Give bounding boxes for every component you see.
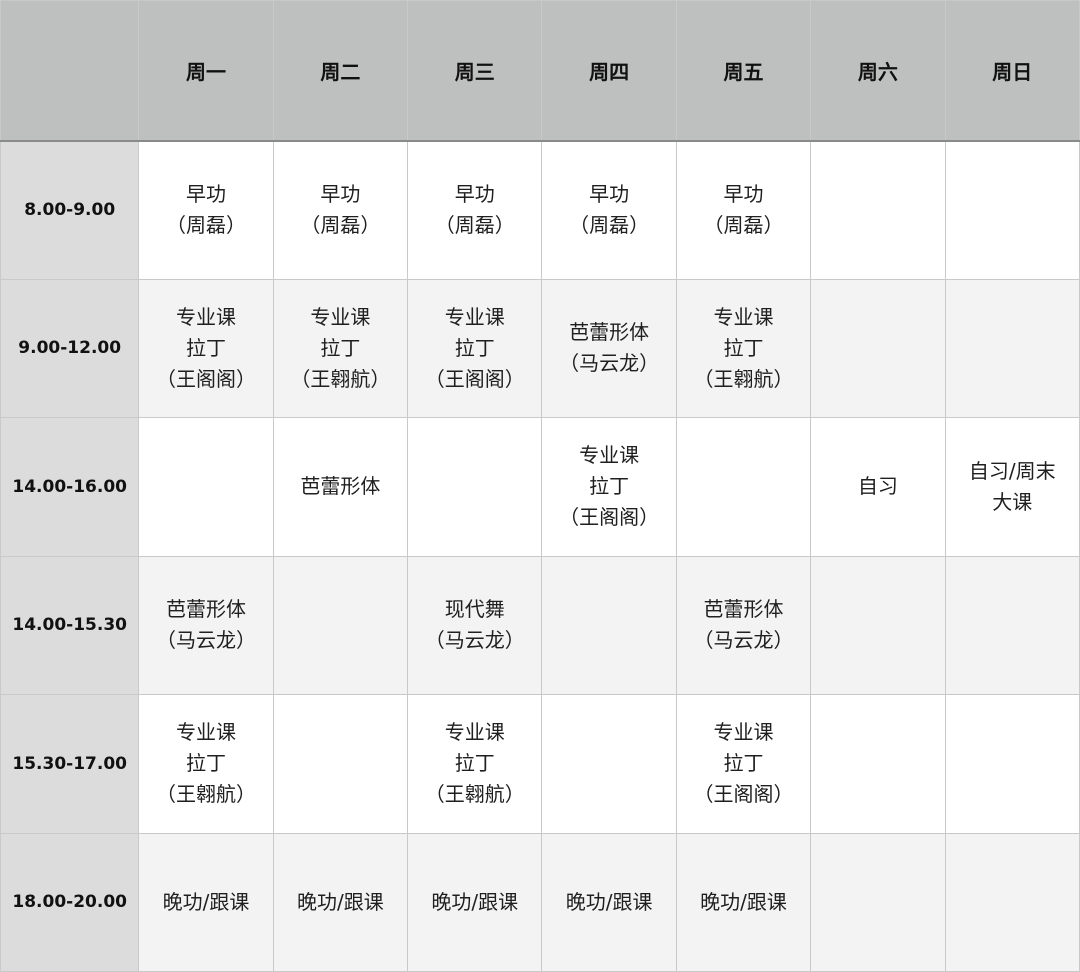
schedule-cell: 专业课 拉丁 （王阁阁） [675,694,812,834]
schedule-cell [944,278,1080,418]
schedule-cell: 专业课 拉丁 （王翱航） [138,694,274,834]
schedule-table: 周一 周二 周三 周四 周五 周六 周日 8.00-9.00 早功 （周磊） 早… [0,0,1080,972]
day-header-tue: 周二 [272,0,409,142]
schedule-cell [944,694,1080,834]
schedule-cell: 专业课 拉丁 （王阁阁） [138,278,274,418]
schedule-body: 8.00-9.00 早功 （周磊） 早功 （周磊） 早功 （周磊） 早功 （周磊… [0,140,1080,972]
schedule-cell: 自习 [810,417,946,557]
time-slot-label: 18.00-20.00 [0,832,140,972]
cell-text: 早功 （周磊） [703,182,784,237]
cell-text: 现代舞 （马云龙） [424,597,525,653]
table-row: 18.00-20.00 晚功/跟课 晚功/跟课 晚功/跟课 晚功/跟课 晚功/跟… [0,832,1080,972]
schedule-cell [810,140,946,280]
day-header-sun: 周日 [944,0,1080,142]
schedule-cell: 专业课 拉丁 （王翱航） [407,694,543,834]
cell-text: 专业课 拉丁 （王翱航） [290,304,391,391]
schedule-cell [944,140,1080,280]
cell-text: 专业课 拉丁 （王翱航） [693,304,794,391]
time-slot-label: 14.00-15.30 [0,555,140,695]
schedule-cell: 早功 （周磊） [272,140,409,280]
schedule-cell [810,694,946,834]
schedule-cell: 芭蕾形体 （马云龙） [138,555,274,695]
cell-text: 自习 [857,474,898,499]
cell-text: 晚功/跟课 [162,889,250,914]
schedule-cell: 早功 （周磊） [407,140,543,280]
cell-text: 专业课 拉丁 （王阁阁） [156,304,257,391]
cell-text: 早功 （周磊） [166,182,247,237]
schedule-cell: 芭蕾形体 （马云龙） [675,555,812,695]
schedule-cell: 晚功/跟课 [138,832,274,972]
schedule-cell [541,555,677,695]
cell-text: 晚功/跟课 [565,889,653,914]
schedule-cell: 芭蕾形体 [272,417,409,557]
schedule-cell [272,555,409,695]
table-row: 14.00-15.30 芭蕾形体 （马云龙） 现代舞 （马云龙） 芭蕾形体 （马… [0,555,1080,695]
schedule-cell [675,417,812,557]
schedule-header: 周一 周二 周三 周四 周五 周六 周日 [0,0,1080,142]
day-header-fri: 周五 [675,0,812,142]
cell-text: 早功 （周磊） [569,182,650,237]
schedule-cell: 芭蕾形体 （马云龙） [541,278,677,418]
table-row: 15.30-17.00 专业课 拉丁 （王翱航） 专业课 拉丁 （王翱航） 专业… [0,694,1080,834]
table-row: 14.00-16.00 芭蕾形体 专业课 拉丁 （王阁阁） 自习 自习/周末 大… [0,417,1080,557]
time-slot-label: 8.00-9.00 [0,140,140,280]
schedule-cell: 晚功/跟课 [675,832,812,972]
schedule-cell [810,555,946,695]
cell-text: 早功 （周磊） [434,182,515,237]
day-header-thu: 周四 [541,0,677,142]
schedule-cell [810,278,946,418]
cell-text: 专业课 拉丁 （王翱航） [156,720,257,807]
corner-cell [0,0,140,142]
schedule-cell: 晚功/跟课 [272,832,409,972]
schedule-cell [944,832,1080,972]
cell-text: 芭蕾形体 （马云龙） [156,597,257,653]
schedule-cell: 专业课 拉丁 （王阁阁） [407,278,543,418]
cell-text: 自习/周末 大课 [968,458,1056,514]
time-slot-label: 9.00-12.00 [0,278,140,418]
time-slot-label: 14.00-16.00 [0,417,140,557]
cell-text: 芭蕾形体 （马云龙） [693,597,794,653]
schedule-cell: 自习/周末 大课 [944,417,1080,557]
schedule-cell [138,417,274,557]
schedule-cell [944,555,1080,695]
schedule-cell: 现代舞 （马云龙） [407,555,543,695]
schedule-cell: 专业课 拉丁 （王翱航） [272,278,409,418]
schedule-cell [272,694,409,834]
cell-text: 晚功/跟课 [700,889,787,914]
cell-text: 专业课 拉丁 （王阁阁） [559,443,660,530]
cell-text: 晚功/跟课 [431,889,519,914]
cell-text: 晚功/跟课 [297,889,384,914]
schedule-cell [810,832,946,972]
schedule-cell: 晚功/跟课 [541,832,677,972]
cell-text: 专业课 拉丁 （王翱航） [424,720,525,807]
day-header-wed: 周三 [407,0,543,142]
day-header-mon: 周一 [138,0,274,142]
cell-text: 芭蕾形体 [300,474,381,499]
schedule-cell: 早功 （周磊） [541,140,677,280]
time-slot-label: 15.30-17.00 [0,694,140,834]
table-row: 9.00-12.00 专业课 拉丁 （王阁阁） 专业课 拉丁 （王翱航） 专业课… [0,278,1080,418]
schedule-cell: 专业课 拉丁 （王翱航） [675,278,812,418]
day-header-sat: 周六 [810,0,946,142]
cell-text: 专业课 拉丁 （王阁阁） [424,304,525,391]
schedule-cell: 早功 （周磊） [675,140,812,280]
schedule-cell [407,417,543,557]
cell-text: 芭蕾形体 （马云龙） [559,320,660,376]
cell-text: 专业课 拉丁 （王阁阁） [693,720,794,807]
schedule-cell: 晚功/跟课 [407,832,543,972]
header-row: 周一 周二 周三 周四 周五 周六 周日 [0,0,1080,142]
table-row: 8.00-9.00 早功 （周磊） 早功 （周磊） 早功 （周磊） 早功 （周磊… [0,140,1080,280]
schedule-cell: 专业课 拉丁 （王阁阁） [541,417,677,557]
cell-text: 早功 （周磊） [300,182,381,237]
schedule-cell: 早功 （周磊） [138,140,274,280]
schedule-cell [541,694,677,834]
